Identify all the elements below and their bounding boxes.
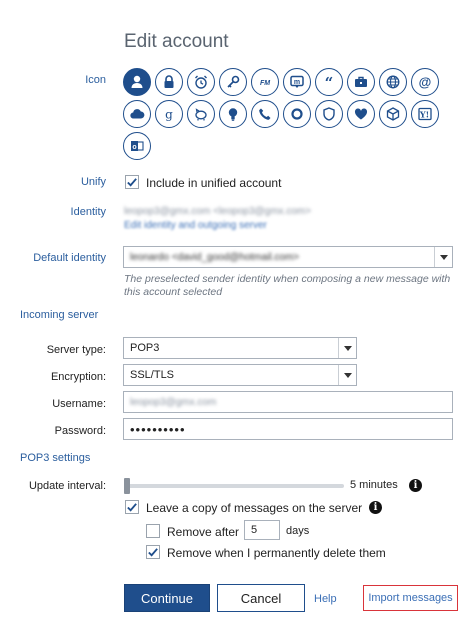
remove-when-deleted-label: Remove when I permanently delete them [167,546,386,560]
checkmark-icon [127,177,137,187]
incoming-server-heading: Incoming server [20,309,99,321]
remove-after-label: Remove after [167,525,240,539]
svg-text:FM: FM [260,80,270,87]
piggy-bank-icon[interactable] [187,100,215,128]
page-title: Edit account [124,31,229,52]
username-input[interactable]: leopop3@gmx.com [123,391,453,413]
checkmark-icon [148,547,158,557]
pop3-settings-heading: POP3 settings [20,452,91,464]
svg-text:“: “ [325,74,334,90]
server-type-value: POP3 [130,342,160,354]
days-unit: days [286,525,310,537]
remove-when-deleted-checkbox[interactable] [146,545,160,559]
remove-after-checkbox[interactable] [146,524,160,538]
fm-radio-icon[interactable]: FM [251,68,279,96]
g-letter-icon[interactable]: g [155,100,183,128]
briefcase-icon[interactable] [347,68,375,96]
default-identity-label: Default identity [33,252,106,264]
lightbulb-icon[interactable] [219,100,247,128]
info-icon[interactable]: i [369,501,382,514]
password-label: Password: [54,425,106,437]
default-identity-value: leonardo <david_good@hotmail.com> [130,251,300,263]
username-value: leopop3@gmx.com [130,396,217,408]
svg-text:o: o [132,144,136,151]
username-label: Username: [52,398,106,410]
outlook-icon[interactable]: o [123,132,151,160]
svg-text:m: m [294,79,300,86]
unify-label: Unify [80,176,106,188]
update-interval-value: 5 minutes [350,479,398,491]
password-input[interactable]: •••••••••• [123,418,453,440]
edit-identity-link[interactable]: Edit identity and outgoing server [124,220,267,231]
svg-text:g: g [165,108,173,122]
unify-checkbox-label: Include in unified account [146,176,282,190]
identity-value: leopop3@gmx.com <leopop3@gmx.com> [124,206,312,217]
cube-icon[interactable] [379,100,407,128]
globe-icon[interactable] [379,68,407,96]
default-identity-hint: The preselected sender identity when com… [124,273,451,298]
continue-button[interactable]: Continue [124,584,210,612]
svg-text:Y!: Y! [419,110,429,120]
cancel-button[interactable]: Cancel [217,584,305,612]
person-icon[interactable] [123,68,151,96]
import-messages-link[interactable]: Import messages [363,585,458,611]
server-type-select[interactable]: POP3 [123,337,357,359]
alarm-clock-icon[interactable] [187,68,215,96]
help-link[interactable]: Help [314,593,337,605]
chevron-down-icon [338,365,356,385]
shield-icon[interactable] [315,100,343,128]
heart-icon[interactable] [347,100,375,128]
key-icon[interactable] [219,68,247,96]
encryption-label: Encryption: [50,371,106,383]
default-identity-select[interactable]: leonardo <david_good@hotmail.com> [123,246,453,268]
at-sign-icon[interactable]: @ [411,68,439,96]
checkmark-icon [127,502,137,512]
remove-after-days-input[interactable]: 5 [244,520,280,540]
chevron-down-icon [338,338,356,358]
server-type-label: Server type: [46,344,106,356]
lock-icon[interactable] [155,68,183,96]
quote-icon[interactable]: “ [315,68,343,96]
unify-checkbox[interactable] [125,175,139,189]
remove-after-days-value: 5 [251,524,258,536]
password-value: •••••••••• [130,421,186,437]
leave-copy-label: Leave a copy of messages on the server [146,501,363,515]
leave-copy-checkbox[interactable] [125,500,139,514]
update-interval-slider[interactable] [126,484,344,488]
encryption-select[interactable]: SSL/TLS [123,364,357,386]
slider-thumb[interactable] [124,478,130,494]
chevron-down-icon [434,247,452,267]
phone-icon[interactable] [251,100,279,128]
yahoo-icon[interactable]: Y! [411,100,439,128]
info-icon[interactable]: i [409,479,422,492]
encryption-value: SSL/TLS [130,369,175,381]
svg-text:@: @ [419,75,432,90]
update-interval-label: Update interval: [28,480,106,492]
cloud-icon[interactable] [123,100,151,128]
ring-icon[interactable] [283,100,311,128]
chat-bubble-m-icon[interactable]: m [283,68,311,96]
identity-label: Identity [70,206,106,218]
icon-label: Icon [85,74,106,86]
